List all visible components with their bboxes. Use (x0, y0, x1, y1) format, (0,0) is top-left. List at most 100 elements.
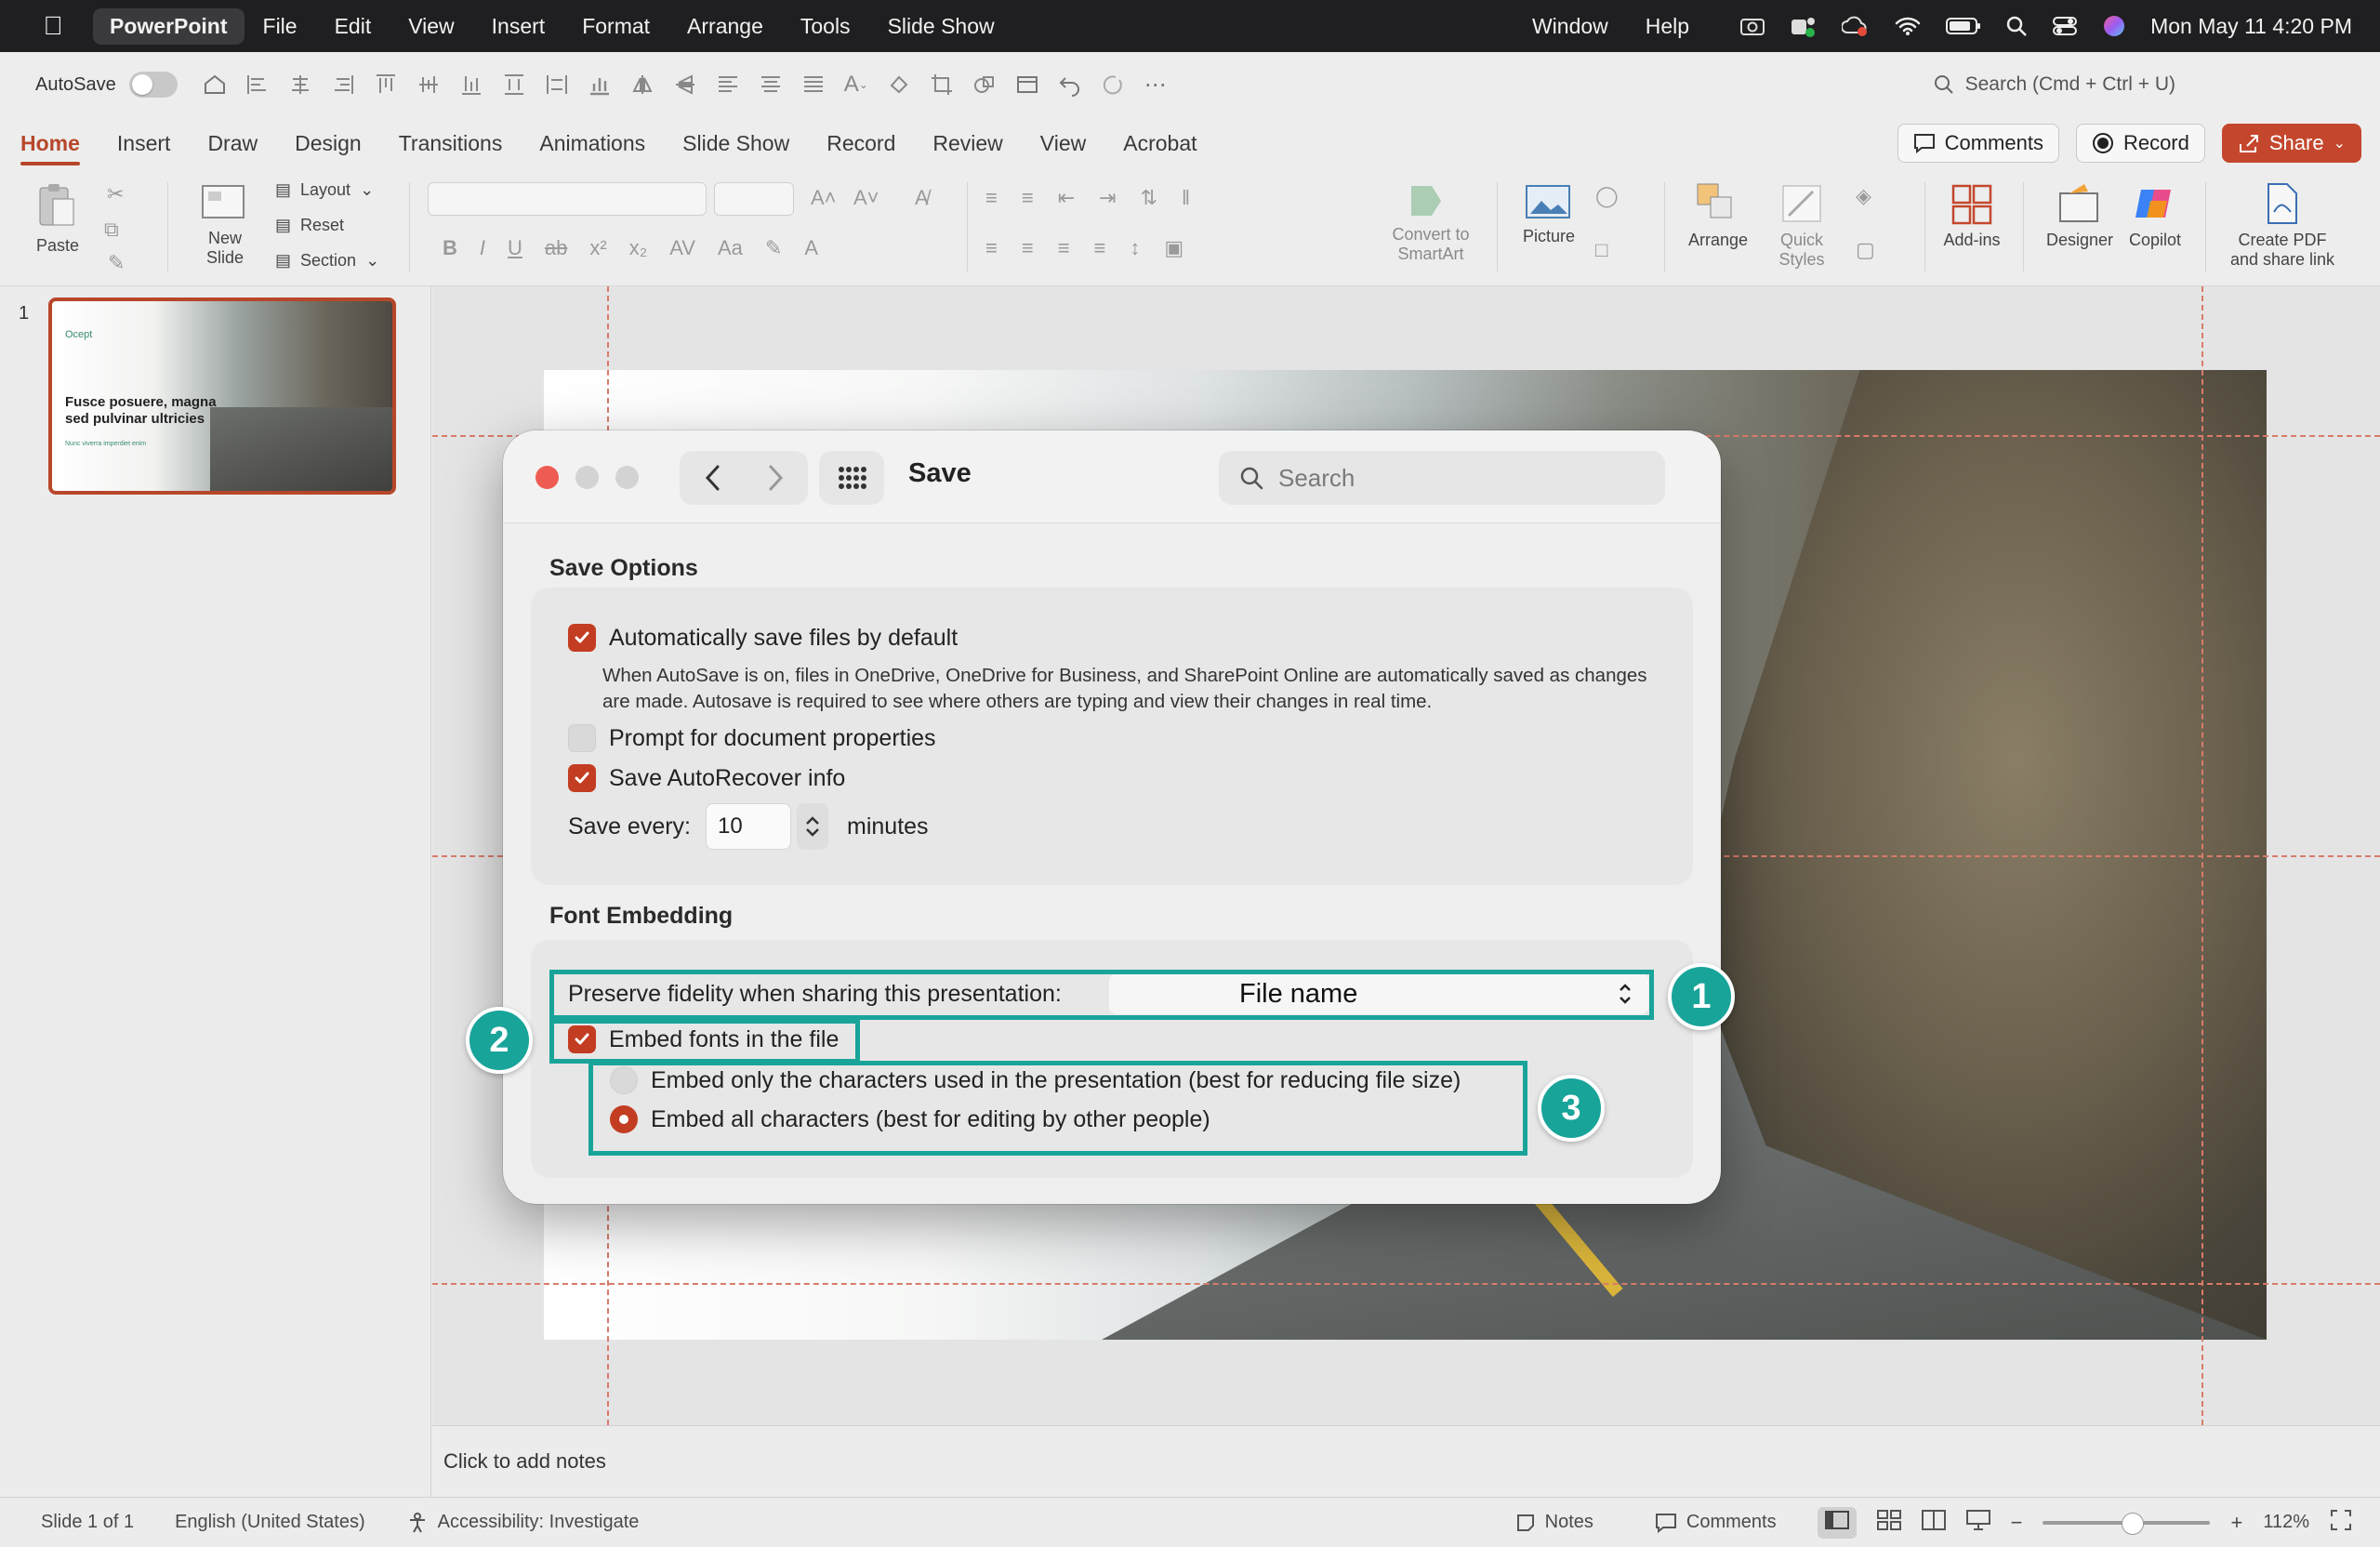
menu-clock[interactable]: Mon May 11 4:20 PM (2150, 14, 2352, 39)
superscript-icon[interactable]: x² (589, 236, 606, 260)
increase-indent-icon[interactable]: ⇥ (1099, 186, 1116, 210)
align-right-icon[interactable] (326, 68, 360, 101)
tab-insert[interactable]: Insert (99, 117, 190, 169)
prompt-properties-option[interactable]: Prompt for document properties (568, 724, 936, 752)
subscript-icon[interactable]: x₂ (629, 236, 648, 260)
autorecover-checkbox[interactable] (568, 764, 596, 792)
convert-smartart-button[interactable]: Convert to SmartArt (1380, 182, 1482, 264)
copy-icon[interactable]: ⧉ (104, 218, 119, 242)
menu-window[interactable]: Window (1514, 14, 1627, 39)
align-bottom-icon[interactable] (455, 68, 488, 101)
menu-edit[interactable]: Edit (316, 14, 390, 39)
text-align-center-icon[interactable] (754, 68, 787, 101)
menu-slide-show[interactable]: Slide Show (869, 14, 1013, 39)
tab-view[interactable]: View (1022, 117, 1104, 169)
forward-button[interactable] (744, 451, 808, 505)
text-direction-icon[interactable]: ↕ (1130, 236, 1140, 260)
shapes-icon[interactable]: ◯ (1595, 184, 1619, 208)
zoom-button[interactable] (615, 466, 639, 489)
underline-icon[interactable]: U (508, 236, 522, 260)
menu-insert[interactable]: Insert (473, 14, 564, 39)
notes-pane[interactable]: Click to add notes (432, 1425, 2380, 1497)
tab-draw[interactable]: Draw (189, 117, 276, 169)
fit-to-window-icon[interactable] (2330, 1509, 2352, 1537)
guide-horizontal[interactable] (432, 1283, 2380, 1285)
comments-button[interactable]: Comments (1897, 124, 2059, 163)
menu-tools[interactable]: Tools (782, 14, 869, 39)
create-pdf-button[interactable]: Create PDF and share link (2213, 182, 2352, 270)
dialog-search-field[interactable]: Search (1219, 451, 1665, 505)
line-spacing-icon[interactable]: ⇅ (1141, 186, 1157, 210)
control-center-icon[interactable] (2052, 15, 2078, 37)
siri-icon[interactable] (2102, 14, 2126, 38)
text-box-icon[interactable] (1011, 68, 1044, 101)
menu-view[interactable]: View (390, 14, 472, 39)
presenter-view-icon[interactable] (1965, 1509, 1990, 1536)
autorecover-option[interactable]: Save AutoRecover info (568, 764, 845, 792)
align-text-icon[interactable]: ▣ (1164, 236, 1183, 260)
bold-icon[interactable]: B (443, 236, 457, 260)
numbering-icon[interactable]: ≡ (1022, 186, 1034, 210)
font-color-icon[interactable]: A (804, 236, 818, 260)
zoom-level[interactable]: 112% (2263, 1512, 2309, 1533)
slide-sorter-icon[interactable] (1876, 1509, 1901, 1536)
autosave-checkbox[interactable] (568, 624, 596, 652)
section-button[interactable]: ▤ Section ⌄ (275, 251, 379, 271)
teams-icon[interactable] (1790, 14, 1818, 38)
align-center-icon[interactable]: ≡ (1022, 236, 1034, 260)
tab-design[interactable]: Design (276, 117, 380, 169)
autosave-toggle[interactable] (128, 72, 178, 98)
share-button[interactable]: Share ⌄ (2221, 124, 2361, 163)
change-case-icon[interactable]: Aa (718, 236, 743, 260)
guide-vertical[interactable] (2202, 286, 2203, 1425)
text-justify-icon[interactable] (797, 68, 830, 101)
notes-toggle[interactable]: Notes (1495, 1512, 1614, 1533)
decrease-indent-icon[interactable]: ⇤ (1058, 186, 1075, 210)
justify-icon[interactable]: ≡ (1094, 236, 1106, 260)
highlight-icon[interactable]: ✎ (765, 236, 782, 260)
show-all-button[interactable] (819, 451, 884, 505)
menu-arrange[interactable]: Arrange (668, 14, 782, 39)
app-menu[interactable]: PowerPoint (93, 7, 245, 45)
creative-cloud-icon[interactable] (1842, 14, 1870, 38)
designer-button[interactable]: Designer (2036, 182, 2123, 250)
home-icon[interactable] (198, 68, 231, 101)
save-every-stepper[interactable] (797, 803, 829, 850)
reading-view-icon[interactable] (1921, 1509, 1946, 1536)
strikethrough-icon[interactable]: ab (545, 236, 567, 260)
text-align-left-icon[interactable] (711, 68, 745, 101)
search-box[interactable]: Search (Cmd + Ctrl + U) (1934, 73, 2175, 96)
prompt-properties-checkbox[interactable] (568, 724, 596, 752)
align-top-icon[interactable] (369, 68, 403, 101)
new-slide-button[interactable]: New Slide (186, 180, 264, 268)
normal-view-icon[interactable] (1817, 1506, 1857, 1539)
language-status[interactable]: English (United States) (154, 1512, 386, 1533)
shape-fill-icon[interactable]: ◈ (1856, 184, 1871, 208)
arrange-button[interactable]: Arrange (1679, 182, 1757, 250)
font-family-select[interactable] (428, 182, 707, 216)
more-icon[interactable]: ⋯ (1139, 68, 1172, 101)
distribute-vertical-icon[interactable] (540, 68, 574, 101)
addins-button[interactable]: Add-ins (1932, 182, 2012, 250)
align-left-icon[interactable]: ≡ (985, 236, 998, 260)
flip-vertical-icon[interactable] (626, 68, 659, 101)
battery-icon[interactable] (1946, 16, 1981, 36)
distribute-icon[interactable] (497, 68, 531, 101)
menu-format[interactable]: Format (563, 14, 668, 39)
text-box-icon[interactable]: □ (1595, 238, 1607, 262)
wifi-icon[interactable] (1894, 15, 1922, 37)
reset-button[interactable]: ▤ Reset (275, 216, 344, 235)
close-button[interactable] (536, 466, 559, 489)
back-button[interactable] (680, 451, 744, 505)
slide-thumbnail[interactable]: Ocept Fusce posuere, magna sed pulvinar … (48, 298, 396, 495)
tab-slide-show[interactable]: Slide Show (664, 117, 808, 169)
tab-transitions[interactable]: Transitions (380, 117, 522, 169)
align-left-icon[interactable] (241, 68, 274, 101)
align-center-icon[interactable] (284, 68, 317, 101)
undo-icon[interactable] (1053, 68, 1087, 101)
save-every-input[interactable]: 10 (706, 803, 792, 850)
crop-icon[interactable] (925, 68, 959, 101)
tab-acrobat[interactable]: Acrobat (1104, 117, 1215, 169)
menu-file[interactable]: File (245, 14, 316, 39)
apple-menu-icon[interactable]:  (35, 11, 71, 41)
